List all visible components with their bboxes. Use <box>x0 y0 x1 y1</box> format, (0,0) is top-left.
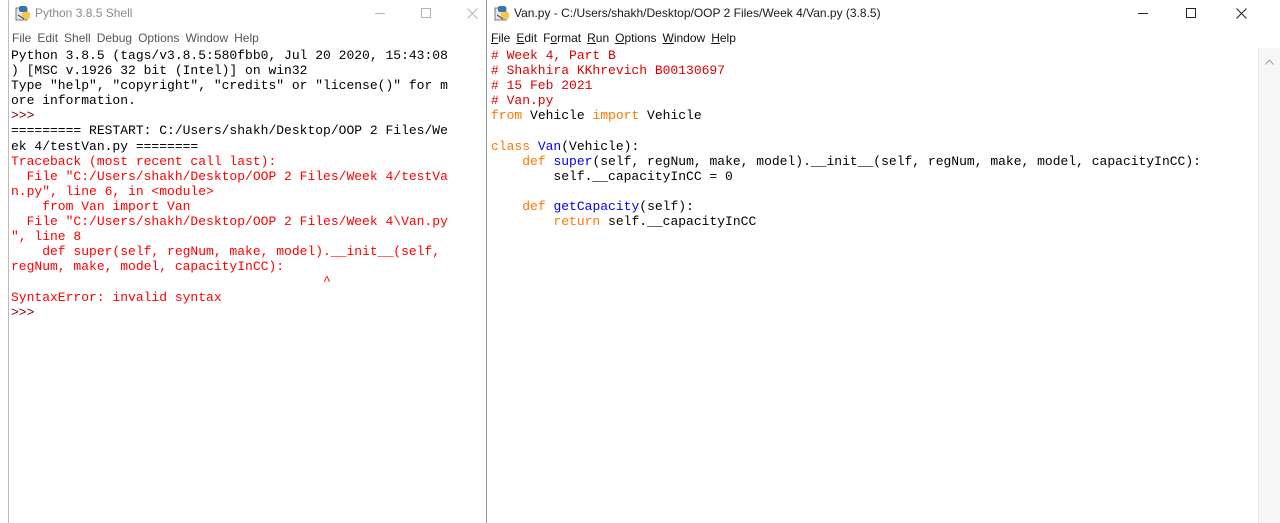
menu-options[interactable]: Options <box>135 29 182 47</box>
menu-shell[interactable]: Shell <box>61 29 94 47</box>
menu-help[interactable]: Help <box>708 29 739 47</box>
menu-file[interactable]: File <box>9 29 34 47</box>
code-token: import <box>592 108 640 124</box>
menu-window[interactable]: Window <box>660 29 709 47</box>
shell-output-line: def super(self, regNum, make, model).__i… <box>11 244 441 260</box>
code-line: # Week 4, Part B <box>491 48 1250 63</box>
menu-file[interactable]: File <box>488 29 513 47</box>
minimize-icon[interactable] <box>357 0 403 26</box>
close-icon[interactable] <box>1218 0 1264 26</box>
code-token: class <box>491 138 531 154</box>
scroll-up-arrow-icon[interactable] <box>1265 52 1274 70</box>
shell-output-line: from Van import Van <box>11 198 191 214</box>
shell-output-line: ek 4/testVan.py ======== <box>11 138 199 154</box>
shell-titlebar[interactable]: Python 3.8.5 Shell <box>9 0 486 26</box>
code-token: from <box>491 108 523 124</box>
shell-output-line: Python 3.8.5 (tags/v3.8.5:580fbb0, Jul 2… <box>11 48 448 63</box>
code-token: (Vehicle): <box>561 138 640 154</box>
idle-python-icon <box>15 5 31 21</box>
shell-output-line: ) [MSC v.1926 32 bit (Intel)] on win32 <box>11 63 308 79</box>
shell-output-line: SyntaxError: invalid syntax <box>11 289 222 305</box>
menu-window[interactable]: Window <box>182 29 231 47</box>
shell-output-line: ========= RESTART: C:/Users/shakh/Deskto… <box>11 123 448 139</box>
code-token: def <box>522 198 546 214</box>
code-line: # 15 Feb 2021 <box>491 78 1250 93</box>
editor-titlebar[interactable]: Van.py - C:/Users/shakh/Desktop/OOP 2 Fi… <box>488 0 1280 26</box>
shell-window-title: Python 3.8.5 Shell <box>35 6 133 20</box>
code-line: class Van(Vehicle): <box>491 139 1250 154</box>
shell-output-line: File "C:/Users/shakh/Desktop/OOP 2 Files… <box>11 214 448 230</box>
code-token: (self): <box>639 198 694 214</box>
menu-format[interactable]: Format <box>540 29 584 47</box>
code-token: Van <box>537 138 562 154</box>
code-token: return <box>553 214 601 230</box>
menu-options[interactable]: Options <box>612 29 659 47</box>
menu-debug[interactable]: Debug <box>94 29 135 47</box>
menu-run[interactable]: Run <box>584 29 612 47</box>
code-token: getCapacity <box>553 198 640 214</box>
code-token: def <box>522 153 546 169</box>
menu-help[interactable]: Help <box>231 29 262 47</box>
code-token: (self, regNum, make, model).__init__(sel… <box>592 153 1201 169</box>
shell-menubar: File Edit Shell Debug Options Window Hel… <box>9 29 486 47</box>
shell-output-line: Type "help", "copyright", "credits" or "… <box>11 78 448 94</box>
shell-output-line: ore information. <box>11 93 136 109</box>
close-icon[interactable] <box>449 0 486 26</box>
code-token: self.__capacityInCC <box>600 214 757 230</box>
menu-edit[interactable]: Edit <box>34 29 61 47</box>
shell-output-line: ", line 8 <box>11 229 82 245</box>
shell-output-line: ^ <box>11 274 331 290</box>
idle-python-icon <box>494 5 510 21</box>
editor-window-title: Van.py - C:/Users/shakh/Desktop/OOP 2 Fi… <box>514 6 881 20</box>
code-token: # 15 Feb 2021 <box>491 78 593 94</box>
code-line: return self.__capacityInCC <box>491 214 1250 229</box>
shell-output-line: regNum, make, model, capacityInCC): <box>11 259 285 275</box>
code-line: from Vehicle import Vehicle <box>491 108 1250 123</box>
menu-edit[interactable]: Edit <box>513 29 540 47</box>
code-line: # Shakhira KKhrevich B00130697 <box>491 63 1250 78</box>
code-token: # Shakhira KKhrevich B00130697 <box>491 63 726 79</box>
shell-output-line: Traceback (most recent call last): <box>11 153 277 169</box>
shell-prompt: >>> <box>11 108 43 124</box>
code-line: def getCapacity(self): <box>491 199 1250 214</box>
shell-output-line: File "C:/Users/shakh/Desktop/OOP 2 Files… <box>11 168 448 184</box>
code-token: self.__capacityInCC = 0 <box>491 168 733 184</box>
code-line: def super(self, regNum, make, model).__i… <box>491 154 1250 169</box>
code-line: self.__capacityInCC = 0 <box>491 169 1250 184</box>
code-token: Vehicle <box>639 108 702 124</box>
shell-prompt: >>> <box>11 304 43 320</box>
maximize-icon[interactable] <box>1168 0 1214 26</box>
editor-window[interactable]: Van.py - C:/Users/shakh/Desktop/OOP 2 Fi… <box>488 0 1280 523</box>
code-editor-area[interactable]: # Week 4, Part B # Shakhira KKhrevich B00… <box>491 48 1250 523</box>
editor-menubar: File Edit Format Run Options Window Help <box>488 29 1280 47</box>
minimize-icon[interactable] <box>1120 0 1166 26</box>
code-token: Vehicle <box>522 108 593 124</box>
code-token: # Week 4, Part B <box>491 48 616 63</box>
shell-output-line: n.py", line 6, in <module> <box>11 183 214 199</box>
python-shell-window[interactable]: Python 3.8.5 Shell File Edit Shell Debug… <box>8 0 487 523</box>
shell-output-area[interactable]: Python 3.8.5 (tags/v3.8.5:580fbb0, Jul 2… <box>11 48 480 523</box>
code-token: super <box>553 153 593 169</box>
editor-scrollbar[interactable] <box>1258 48 1280 523</box>
maximize-icon[interactable] <box>403 0 449 26</box>
code-line: # Van.py <box>491 93 1250 108</box>
code-token: # Van.py <box>491 93 554 109</box>
